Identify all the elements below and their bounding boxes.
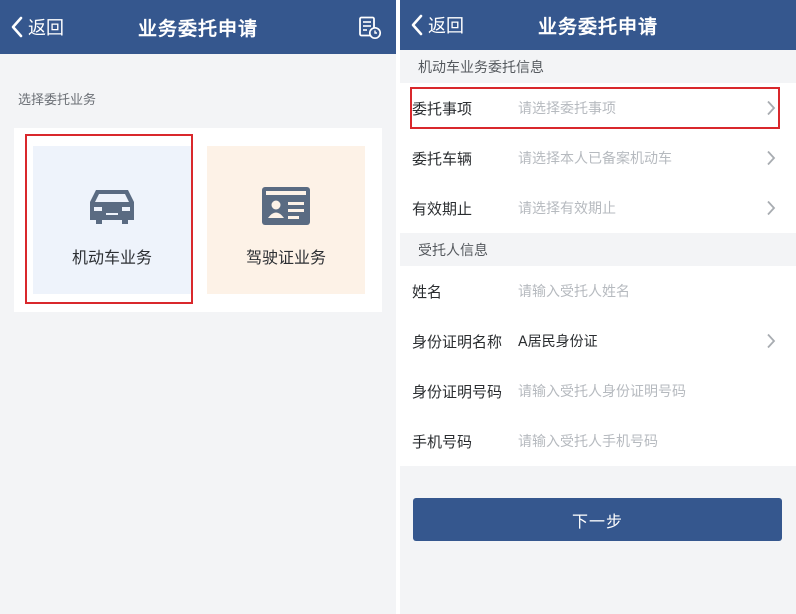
row-trustee-name[interactable]: 姓名 请输入受托人姓名: [400, 266, 796, 316]
id-number-input[interactable]: 请输入受托人身份证明号码: [518, 366, 686, 416]
phone-input[interactable]: 请输入受托人手机号码: [518, 416, 658, 466]
id-type-label: 身份证明名称: [412, 332, 503, 351]
next-step-button[interactable]: 下一步: [413, 498, 782, 541]
nav-bar: 返回 业务委托申请: [400, 0, 796, 50]
delegated-vehicle-label: 委托车辆: [412, 149, 473, 168]
page-title: 业务委托申请: [137, 17, 258, 40]
nav-bar: 返回 业务委托申请: [0, 0, 396, 54]
section-header-vehicle-info: 机动车业务委托信息: [400, 50, 796, 83]
row-id-type[interactable]: 身份证明名称 A居民身份证: [400, 316, 796, 366]
select-business-prompt: 选择委托业务: [18, 93, 97, 108]
chevron-right-icon: [767, 150, 776, 166]
trustee-info-group: 姓名 请输入受托人姓名 身份证明名称 A居民身份证 身份证明号码 请输入受托人身…: [400, 266, 796, 466]
section-header-trustee-info: 受托人信息: [400, 233, 796, 266]
license-card-icon: [262, 187, 310, 225]
valid-until-select[interactable]: 请选择有效期止: [518, 183, 616, 233]
trustee-name-input[interactable]: 请输入受托人姓名: [518, 266, 630, 316]
delegation-form-screen: 返回 业务委托申请 机动车业务委托信息 委托事项 请选择委托事项 委托车辆 请选…: [400, 0, 796, 614]
row-delegation-item[interactable]: 委托事项 请选择委托事项: [400, 83, 796, 133]
car-icon: [90, 190, 134, 224]
vehicle-business-label: 机动车业务: [71, 248, 152, 267]
license-business-card[interactable]: 驾驶证业务: [207, 146, 365, 294]
vehicle-business-select-screen: 返回 业务委托申请 选择委托业务 机动车业务 驾驶证业务: [0, 0, 396, 614]
row-delegated-vehicle[interactable]: 委托车辆 请选择本人已备案机动车: [400, 133, 796, 183]
row-phone[interactable]: 手机号码 请输入受托人手机号码: [400, 416, 796, 466]
chevron-right-icon: [767, 200, 776, 216]
vehicle-business-card[interactable]: 机动车业务: [33, 146, 191, 294]
trustee-name-label: 姓名: [412, 282, 443, 301]
phone-label: 手机号码: [412, 432, 473, 451]
vehicle-info-group: 委托事项 请选择委托事项 委托车辆 请选择本人已备案机动车 有效期止 请选择有效…: [400, 83, 796, 233]
delegated-vehicle-select[interactable]: 请选择本人已备案机动车: [518, 133, 672, 183]
page-title: 业务委托申请: [537, 15, 658, 38]
valid-until-label: 有效期止: [412, 199, 473, 218]
delegation-item-label: 委托事项: [412, 99, 473, 118]
delegation-item-select[interactable]: 请选择委托事项: [518, 83, 616, 133]
chevron-right-icon: [767, 333, 776, 349]
license-business-label: 驾驶证业务: [245, 248, 326, 267]
business-card-panel: 机动车业务 驾驶证业务: [14, 128, 382, 312]
chevron-right-icon: [767, 100, 776, 116]
id-number-label: 身份证明号码: [412, 382, 503, 401]
id-type-select[interactable]: A居民身份证: [518, 316, 598, 366]
row-valid-until[interactable]: 有效期止 请选择有效期止: [400, 183, 796, 233]
row-id-number[interactable]: 身份证明号码 请输入受托人身份证明号码: [400, 366, 796, 416]
record-list-icon[interactable]: [358, 16, 382, 44]
